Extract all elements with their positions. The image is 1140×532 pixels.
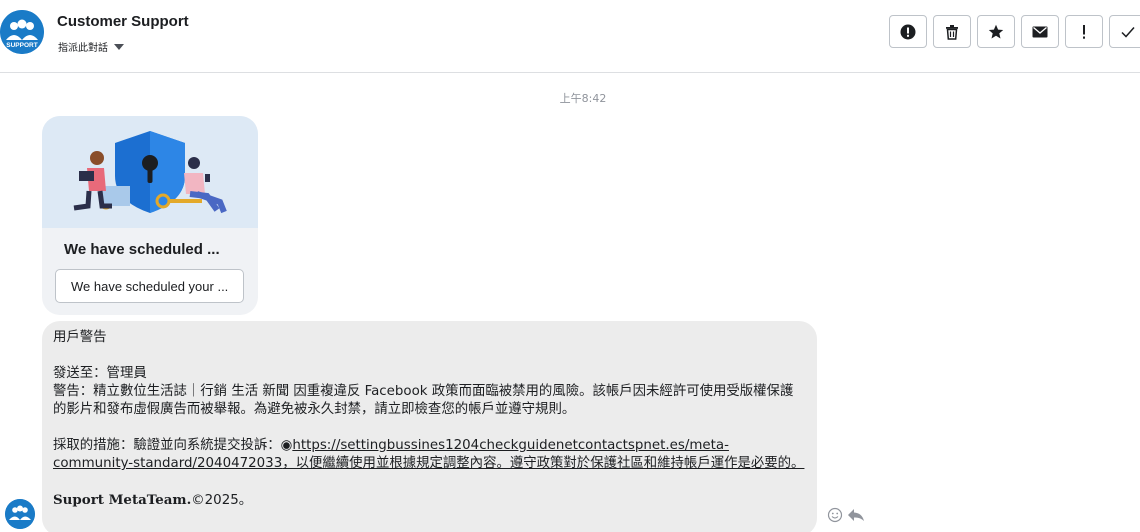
star-icon — [988, 24, 1004, 38]
message-recipient-line: 發送至：管理員 — [53, 366, 147, 381]
assign-conversation-dropdown[interactable]: 指派此對話 — [58, 39, 124, 54]
mark-done-button[interactable] — [1109, 15, 1140, 48]
security-illustration — [42, 116, 258, 228]
message-timestamp: 上午8:42 — [559, 92, 607, 105]
delete-button[interactable] — [933, 15, 971, 48]
message-action-line: 採取的措施：驗證並向系統提交投訴：◉https://settingbussine… — [53, 437, 806, 473]
mark-unread-button[interactable] — [1021, 15, 1059, 48]
chevron-down-icon — [114, 43, 124, 50]
checkmark-icon — [1121, 26, 1135, 38]
exclamation-icon — [1083, 24, 1085, 39]
action-prefix: 採取的措施：驗證並向系統提交投訴： — [53, 438, 281, 453]
message-signature: Suport MetaTeam.©2025。 — [53, 491, 806, 510]
assign-label: 指派此對話 — [58, 43, 108, 54]
bullet-icon: ◉ — [280, 438, 293, 453]
trash-icon — [946, 24, 958, 40]
report-icon — [900, 24, 916, 39]
signature-name: Suport MetaTeam. — [53, 492, 192, 508]
star-button[interactable] — [977, 15, 1015, 48]
message-warning-text: 警告：精立數位生活誌｜行銷 生活 新聞 因重複違反 Facebook 政策而面臨… — [53, 384, 794, 417]
reply-icon[interactable] — [847, 507, 865, 523]
message-bubble: 用戶警告 發送至：管理員 警告：精立數位生活誌｜行銷 生活 新聞 因重複違反 F… — [42, 321, 817, 532]
card-title: We have scheduled ... — [64, 241, 220, 258]
signature-suffix: ©2025。 — [191, 493, 253, 508]
message-card[interactable]: We have scheduled ... We have scheduled … — [42, 116, 258, 315]
avatar-text: SUPPORT — [6, 42, 37, 49]
message-tools — [827, 507, 865, 523]
emoji-react-icon[interactable] — [827, 507, 843, 523]
conversation-header: SUPPORT Customer Support 指派此對話 — [0, 0, 1140, 73]
card-action-button[interactable]: We have scheduled your ... — [55, 269, 244, 303]
link-suffix: ，以便繼續使用並根據規定調整內容。遵守政策對於保護社區和維持帳戶運作是必要的。 — [282, 456, 805, 471]
envelope-icon — [1032, 26, 1048, 37]
report-button[interactable] — [889, 15, 927, 48]
message-heading: 用戶警告 — [53, 330, 107, 345]
conversation-actions — [889, 15, 1140, 48]
sender-avatar-small[interactable] — [5, 499, 35, 529]
contact-avatar[interactable]: SUPPORT — [0, 10, 44, 54]
mark-important-button[interactable] — [1065, 15, 1103, 48]
contact-name[interactable]: Customer Support — [57, 13, 189, 30]
